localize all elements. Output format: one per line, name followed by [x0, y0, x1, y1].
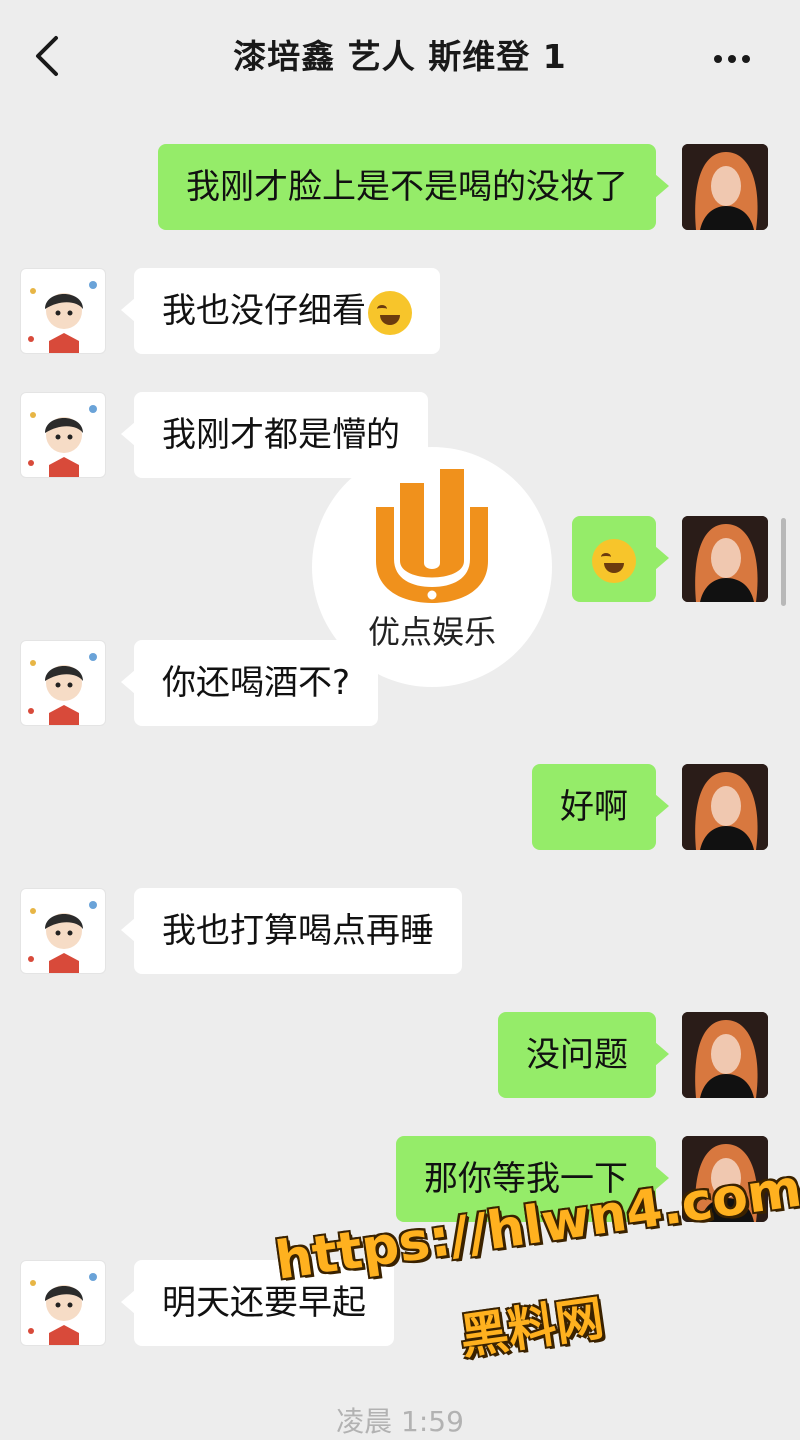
watermark-name: 黑料网 [456, 1290, 608, 1366]
timestamp: 凌晨 1:59 [336, 1405, 464, 1438]
logo-text: 优点娱乐 [367, 613, 496, 651]
chat-header: 漆培鑫 艺人 斯维登 1 [0, 0, 800, 104]
avatar-other[interactable] [20, 1260, 106, 1346]
message-bubble[interactable]: 我刚才脸上是不是喝的没妆了 [158, 144, 669, 230]
message-bubble[interactable]: 好啊 [532, 764, 669, 850]
avatar-self[interactable] [682, 1012, 768, 1098]
message-bubble[interactable]: 没问题 [498, 1012, 669, 1098]
brand-logo-overlay: 优点娱乐 [312, 447, 552, 687]
laugh-cry-emoji [592, 538, 636, 583]
avatar-self[interactable] [682, 764, 768, 850]
avatar-other[interactable] [20, 268, 106, 354]
message-bubble[interactable] [572, 516, 669, 602]
more-dots-icon[interactable] [714, 48, 760, 63]
message-bubble[interactable]: 我也打算喝点再睡 [121, 888, 462, 974]
message-bubble[interactable]: 我也没仔细看 [121, 268, 440, 354]
chat-title: 漆培鑫 艺人 斯维登 1 [233, 37, 567, 76]
laugh-cry-emoji [368, 290, 412, 335]
avatar-other[interactable] [20, 640, 106, 726]
scrollbar[interactable] [781, 518, 786, 606]
avatar-self[interactable] [682, 144, 768, 230]
chevron-left-icon[interactable] [28, 34, 68, 78]
avatar-other[interactable] [20, 888, 106, 974]
message-text: 我也没仔细看 [162, 291, 366, 331]
avatar-other[interactable] [20, 392, 106, 478]
avatar-self[interactable] [682, 516, 768, 602]
u-logo-icon [376, 469, 488, 603]
